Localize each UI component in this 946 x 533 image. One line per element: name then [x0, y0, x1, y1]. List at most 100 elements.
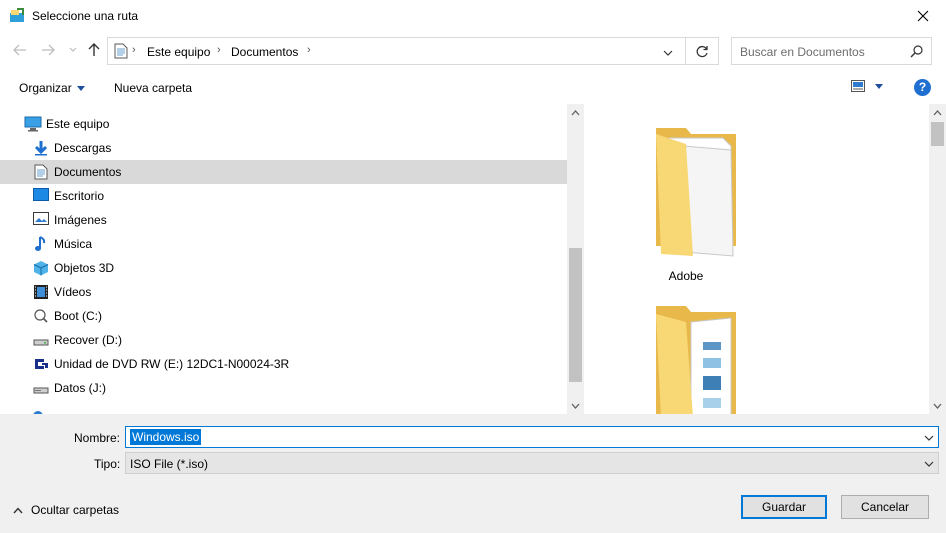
scroll-up-button[interactable]: [567, 104, 584, 121]
breadcrumb-separator[interactable]: ›: [217, 44, 221, 56]
nav-item-este-equipo[interactable]: Este equipo: [0, 112, 567, 136]
back-button[interactable]: [11, 41, 29, 59]
address-bar[interactable]: › Este equipo › Documentos ›: [107, 37, 686, 65]
drive-icon: [33, 332, 49, 348]
nav-item-label: Imágenes: [54, 213, 107, 227]
content-scrollbar[interactable]: [929, 104, 946, 414]
scroll-thumb[interactable]: [569, 248, 582, 382]
breadcrumb-este-equipo[interactable]: Este equipo: [147, 45, 210, 59]
nav-item-label: Recover (D:): [54, 333, 123, 347]
nav-item-label: Objetos 3D: [54, 261, 115, 275]
dvd-icon: [33, 356, 49, 372]
file-name-label: Nombre:: [74, 431, 121, 445]
content-pane[interactable]: Adobe: [584, 104, 929, 414]
nav-item-boot-c[interactable]: Boot (C:): [0, 304, 567, 328]
nav-item-musica[interactable]: Música: [0, 232, 567, 256]
arrow-left-icon: [13, 44, 26, 56]
view-icon: [851, 80, 865, 92]
window-title: Seleccione una ruta: [32, 9, 139, 23]
hide-folders-button[interactable]: Ocultar carpetas: [13, 503, 119, 517]
document-icon: [114, 43, 128, 59]
chevron-up-icon: [933, 109, 942, 115]
pictures-icon: [33, 212, 49, 228]
cancel-button[interactable]: Cancelar: [841, 495, 929, 519]
music-icon: [34, 236, 50, 252]
document-icon: [34, 164, 50, 180]
hide-folders-label: Ocultar carpetas: [31, 503, 120, 517]
caret-down-icon: [76, 85, 85, 91]
nav-item-label: Documentos: [54, 165, 122, 179]
nav-item-imagenes[interactable]: Imágenes: [0, 208, 567, 232]
up-button[interactable]: [85, 41, 103, 59]
cube-icon: [33, 260, 49, 276]
search-box[interactable]: [731, 37, 932, 65]
breadcrumb-separator[interactable]: ›: [307, 44, 311, 56]
nav-item-label: Escritorio: [54, 189, 105, 203]
file-type-label: Tipo:: [94, 457, 121, 471]
nav-item-label: Datos (J:): [54, 381, 107, 395]
nav-item-datos-j[interactable]: Datos (J:): [0, 376, 567, 400]
nav-item-label: Vídeos: [54, 285, 92, 299]
nav-item-documentos[interactable]: Documentos: [0, 160, 567, 184]
caret-down-icon: [875, 83, 883, 89]
nav-item-descargas[interactable]: Descargas: [0, 136, 567, 160]
folder-icon: [656, 306, 736, 414]
search-input[interactable]: [740, 44, 905, 60]
help-icon[interactable]: ?: [914, 79, 931, 96]
file-name-field[interactable]: Windows.iso: [125, 426, 939, 448]
nav-item-network[interactable]: [0, 400, 567, 414]
scroll-down-button[interactable]: [929, 397, 946, 414]
forward-button[interactable]: [39, 41, 57, 59]
pc-icon: [24, 116, 42, 132]
refresh-button[interactable]: [686, 37, 719, 65]
desktop-icon: [33, 188, 49, 204]
arrow-right-icon: [42, 44, 55, 56]
new-folder-button[interactable]: Nueva carpeta: [114, 81, 192, 95]
scroll-thumb[interactable]: [931, 122, 944, 146]
chevron-down-icon: [571, 403, 580, 409]
address-dropdown-button[interactable]: [663, 46, 673, 60]
file-type-dropdown-button[interactable]: [924, 457, 934, 471]
chevron-down-icon: [924, 435, 934, 441]
refresh-icon: [696, 45, 708, 57]
nav-item-label: Unidad de DVD RW (E:) 12DC1-N00024-3R: [54, 357, 290, 371]
navigation-scrollbar[interactable]: [567, 104, 584, 414]
folder-item[interactable]: [611, 302, 761, 414]
nav-item-recover-d[interactable]: Recover (D:): [0, 328, 567, 352]
folder-item-adobe[interactable]: Adobe: [611, 124, 761, 289]
recent-locations-button[interactable]: [64, 41, 82, 59]
nav-item-dvd-e[interactable]: Unidad de DVD RW (E:) 12DC1-N00024-3R: [0, 352, 567, 376]
nav-item-label: Boot (C:): [54, 309, 103, 323]
title-bar: [0, 0, 946, 32]
folder-icon: [656, 128, 736, 257]
nav-item-videos[interactable]: Vídeos: [0, 280, 567, 304]
drive-icon: [33, 380, 49, 396]
nav-item-escritorio[interactable]: Escritorio: [0, 184, 567, 208]
nav-item-objetos-3d[interactable]: Objetos 3D: [0, 256, 567, 280]
breadcrumb-separator[interactable]: ›: [132, 44, 136, 56]
download-icon: [33, 140, 49, 156]
search-icon[interactable]: [910, 45, 923, 61]
network-icon: [30, 404, 46, 414]
nav-item-label: Música: [54, 237, 93, 251]
video-icon: [33, 284, 49, 300]
breadcrumb-documentos[interactable]: Documentos: [231, 45, 298, 59]
nav-item-label: Este equipo: [46, 117, 110, 131]
nav-item-label: Descargas: [54, 141, 112, 155]
file-name-input[interactable]: Windows.iso: [130, 429, 202, 445]
folder-label: Adobe: [668, 269, 704, 283]
save-button[interactable]: Guardar: [741, 495, 827, 519]
scroll-up-button[interactable]: [929, 104, 946, 121]
close-button[interactable]: [900, 0, 946, 32]
file-name-dropdown-button[interactable]: [924, 431, 934, 445]
chevron-up-icon: [571, 109, 580, 115]
scroll-down-button[interactable]: [567, 397, 584, 414]
chevron-down-icon: [663, 50, 673, 56]
chevron-down-icon: [924, 461, 934, 467]
file-type-select[interactable]: ISO File (*.iso): [125, 452, 939, 474]
organize-button[interactable]: Organizar: [19, 81, 85, 95]
chevron-down-icon: [933, 403, 942, 409]
navigation-pane[interactable]: Este equipo Descargas Documentos Escrito…: [0, 104, 567, 414]
close-icon: [917, 10, 929, 22]
change-view-button[interactable]: [851, 80, 883, 92]
